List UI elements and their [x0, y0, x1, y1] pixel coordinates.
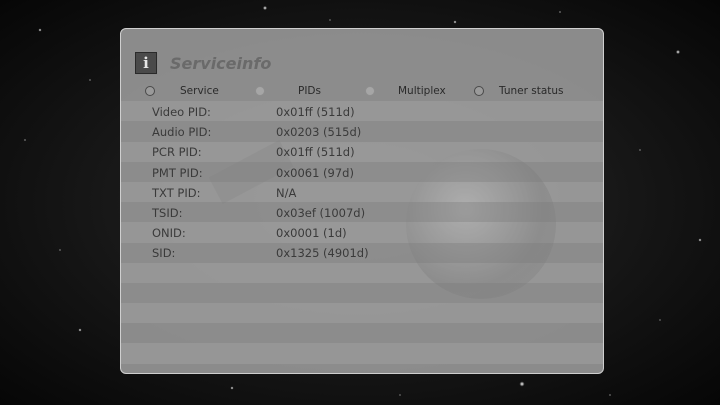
pid-list: Video PID: 0x01ff (511d) Audio PID: 0x02… [121, 102, 603, 264]
info-icon: i [135, 52, 157, 74]
list-item: Audio PID: 0x0203 (515d) [121, 122, 603, 142]
row-value: 0x0061 (97d) [276, 165, 354, 180]
tab-multiplex[interactable]: Multiplex [365, 81, 446, 101]
row-label: TSID: [152, 205, 183, 220]
row-value: 0x1325 (4901d) [276, 246, 369, 261]
row-label: SID: [152, 246, 176, 261]
row-label: ONID: [152, 226, 186, 241]
row-value: 0x01ff (511d) [276, 145, 355, 160]
row-value: 0x03ef (1007d) [276, 205, 366, 220]
list-item: Video PID: 0x01ff (511d) [121, 102, 603, 122]
radio-icon [365, 86, 375, 96]
tab-label: Service [180, 85, 219, 97]
tab-bar: Service PIDs Multiplex Tuner status [121, 81, 603, 101]
row-value: 0x01ff (511d) [276, 105, 355, 119]
dialog-title: Serviceinfo [170, 53, 272, 73]
tab-label: PIDs [298, 85, 321, 97]
tab-label: Multiplex [398, 85, 446, 97]
row-label: PMT PID: [152, 165, 203, 180]
row-label: Audio PID: [152, 125, 212, 140]
list-item: ONID: 0x0001 (1d) [121, 223, 603, 243]
tab-pids[interactable]: PIDs [255, 81, 321, 101]
list-item: PMT PID: 0x0061 (97d) [121, 163, 603, 183]
row-label: TXT PID: [152, 185, 201, 200]
row-value: 0x0203 (515d) [276, 125, 362, 140]
radio-icon [145, 86, 155, 96]
list-item: TSID: 0x03ef (1007d) [121, 203, 603, 223]
serviceinfo-dialog: i Serviceinfo Service PIDs Multiplex Tun… [120, 28, 604, 374]
row-label: PCR PID: [152, 145, 202, 160]
radio-icon [255, 86, 265, 96]
tab-label: Tuner status [499, 85, 564, 97]
row-value: N/A [276, 185, 297, 200]
tab-tuner-status[interactable]: Tuner status [474, 81, 564, 101]
list-item: PCR PID: 0x01ff (511d) [121, 142, 603, 162]
dialog-header: i Serviceinfo [135, 51, 271, 75]
row-label: Video PID: [152, 105, 211, 119]
list-item: TXT PID: N/A [121, 183, 603, 203]
row-value: 0x0001 (1d) [276, 226, 347, 241]
tab-service[interactable]: Service [145, 81, 219, 101]
list-item: SID: 0x1325 (4901d) [121, 243, 603, 263]
radio-icon [474, 86, 484, 96]
